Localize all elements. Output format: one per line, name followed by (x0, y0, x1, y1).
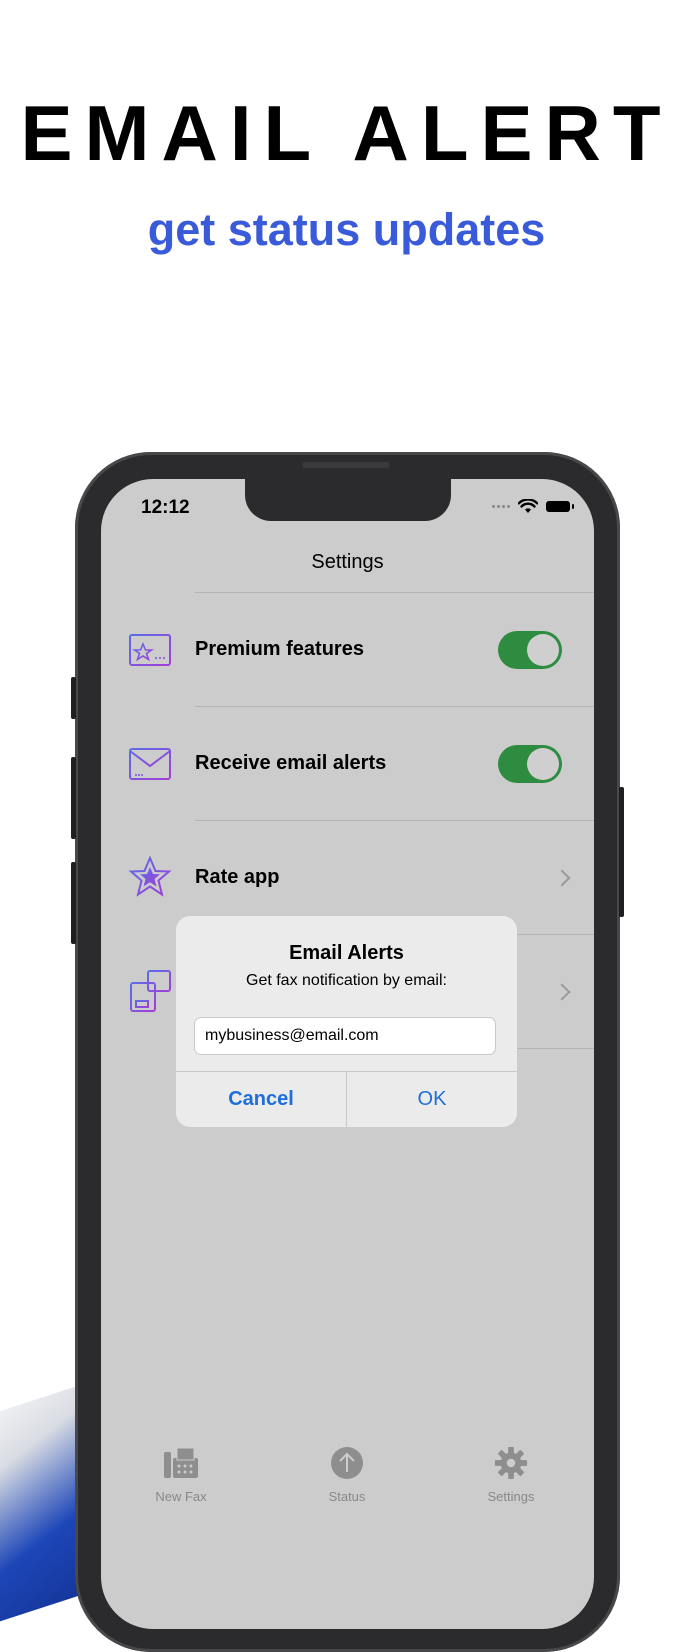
promo-subheadline: get status updates (147, 204, 546, 255)
tab-label: Status (328, 1489, 366, 1504)
wifi-icon (518, 499, 538, 513)
premium-card-icon (129, 634, 171, 666)
envelope-icon (129, 748, 171, 780)
chevron-right-icon (553, 983, 571, 1001)
alert-message: Get fax notification by email: (246, 972, 447, 989)
phone-frame: 12:12 Settings Premium features Receive … (71, 452, 624, 1652)
tab-new-fax[interactable]: New Fax (121, 1446, 241, 1504)
email-input[interactable] (194, 1017, 496, 1055)
tab-settings[interactable]: Settings (451, 1446, 571, 1504)
tab-status[interactable]: Status (287, 1446, 407, 1504)
cancel-button[interactable]: Cancel (176, 1072, 346, 1127)
fax-icon (164, 1447, 198, 1478)
settings-row-label: Receive email alerts (195, 752, 387, 774)
gear-icon (494, 1446, 528, 1480)
chevron-right-icon (553, 869, 571, 887)
tab-label: Settings (487, 1489, 535, 1504)
battery-icon (546, 501, 574, 512)
premium-toggle[interactable] (498, 631, 562, 669)
settings-row-premium[interactable]: Premium features (101, 593, 594, 707)
volume-up-button (71, 757, 76, 839)
phone-screen: 12:12 Settings Premium features Receive … (101, 479, 594, 1629)
volume-down-button (71, 862, 76, 944)
promo-headline: EMAIL ALERT (20, 89, 673, 177)
page-title: Settings (311, 551, 384, 573)
tab-bar: New Fax Status Settings (101, 1434, 594, 1514)
tab-label: New Fax (155, 1489, 207, 1504)
email-alert-dialog: Email Alerts Get fax notification by ema… (176, 916, 517, 1127)
settings-row-label: Premium features (195, 638, 364, 660)
alert-title: Email Alerts (289, 942, 404, 964)
notch (245, 479, 451, 521)
settings-row-label: Rate app (195, 866, 280, 888)
status-icons (492, 499, 574, 514)
email-alerts-toggle[interactable] (498, 745, 562, 783)
power-button (619, 787, 624, 917)
upload-status-icon (331, 1447, 363, 1479)
earpiece-speaker (302, 462, 390, 468)
settings-row-email-alerts[interactable]: Receive email alerts (101, 707, 594, 821)
status-time: 12:12 (141, 497, 190, 518)
ok-button[interactable]: OK (347, 1072, 517, 1127)
mute-switch (71, 677, 76, 719)
fax-document-icon (130, 970, 171, 1012)
signal-dots-icon (492, 505, 510, 508)
star-icon (128, 856, 172, 897)
